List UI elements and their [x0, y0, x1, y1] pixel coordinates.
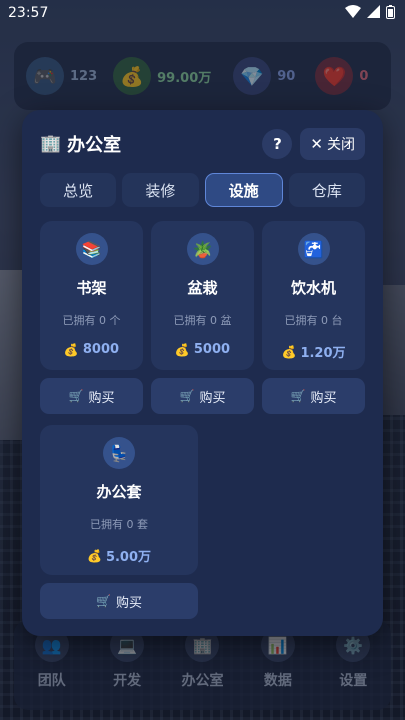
- facility-card-office-set: 💺 办公套 已拥有 0 套 💰 5.00万: [40, 425, 198, 575]
- cart-icon: 🛒: [96, 594, 111, 608]
- water-dispenser-icon: 🚰: [297, 233, 330, 265]
- facility-card-bookshelf: 📚 书架 已拥有 0 个 💰 8000: [40, 221, 143, 370]
- status-time: 23:57: [8, 5, 49, 21]
- facility-name: 饮水机: [290, 279, 336, 297]
- facility-card-water-dispenser: 🚰 饮水机 已拥有 0 台 💰 1.20万: [262, 221, 365, 370]
- facility-owned: 已拥有 0 台: [284, 314, 343, 327]
- money-bag-icon: 💰: [63, 342, 79, 357]
- office-modal: 🏢 办公室 ? ✕ 关闭 总览 装修 设施 仓库 📚 书架 已拥有 0 个 💰 …: [22, 110, 383, 636]
- money-bag-icon: 💰: [281, 344, 297, 359]
- modal-header-buttons: ? ✕ 关闭: [262, 128, 365, 160]
- tab-warehouse[interactable]: 仓库: [288, 173, 365, 207]
- office-chair-icon: 💺: [103, 437, 135, 469]
- battery-icon: [386, 4, 395, 22]
- buy-button-label: 购买: [310, 390, 337, 406]
- modal-header: 🏢 办公室 ? ✕ 关闭: [40, 128, 365, 160]
- facility-price: 💰 1.20万: [281, 342, 346, 362]
- books-icon: 📚: [75, 233, 108, 265]
- facility-price-value: 8000: [82, 342, 120, 357]
- buy-button-plant[interactable]: 🛒 购买: [151, 378, 254, 414]
- office-building-icon: 🏢: [40, 134, 62, 154]
- buy-button-label: 购买: [115, 595, 142, 611]
- facility-price: 💰 5000: [175, 342, 230, 357]
- buy-button-office-set[interactable]: 🛒 购买: [40, 583, 198, 619]
- money-bag-icon: 💰: [86, 548, 102, 563]
- signal-icon: [367, 5, 380, 21]
- modal-title-text: 办公室: [67, 135, 122, 156]
- facility-name: 盆栽: [187, 279, 218, 297]
- modal-title: 🏢 办公室: [40, 131, 121, 157]
- facility-price-value: 5000: [193, 342, 231, 357]
- facility-name: 办公套: [96, 483, 142, 501]
- facility-owned: 已拥有 0 个: [62, 314, 121, 327]
- tab-overview[interactable]: 总览: [40, 173, 117, 207]
- facility-price: 💰 8000: [64, 342, 119, 357]
- cart-icon: 🛒: [179, 389, 195, 403]
- tab-decoration[interactable]: 装修: [122, 173, 199, 207]
- facility-price: 💰 5.00万: [86, 546, 152, 566]
- close-button-label: 关闭: [327, 137, 355, 153]
- facility-card-plant: 🪴 盆栽 已拥有 0 盆 💰 5000: [151, 221, 254, 370]
- money-bag-icon: 💰: [174, 342, 190, 357]
- facility-price-value: 1.20万: [300, 346, 346, 361]
- potted-plant-icon: 🪴: [186, 233, 219, 265]
- cart-icon: 🛒: [68, 389, 84, 403]
- status-icons: [345, 4, 395, 22]
- close-icon: ✕: [310, 135, 323, 153]
- facility-price-value: 5.00万: [105, 550, 152, 565]
- buy-button-bookshelf[interactable]: 🛒 购买: [40, 378, 143, 414]
- tab-facilities[interactable]: 设施: [204, 173, 283, 207]
- close-button[interactable]: ✕ 关闭: [300, 128, 365, 160]
- buy-button-water-dispenser[interactable]: 🛒 购买: [262, 378, 365, 414]
- status-bar: 23:57: [0, 0, 405, 26]
- modal-tabs: 总览 装修 设施 仓库: [40, 173, 365, 207]
- cart-icon: 🛒: [290, 389, 306, 403]
- wifi-icon: [345, 5, 361, 21]
- buy-button-label: 购买: [199, 390, 226, 406]
- facility-owned: 已拥有 0 套: [90, 518, 148, 531]
- facility-name: 书架: [76, 279, 107, 297]
- help-button[interactable]: ?: [262, 129, 293, 159]
- buy-button-label: 购买: [88, 390, 115, 406]
- facility-owned: 已拥有 0 盆: [173, 314, 232, 327]
